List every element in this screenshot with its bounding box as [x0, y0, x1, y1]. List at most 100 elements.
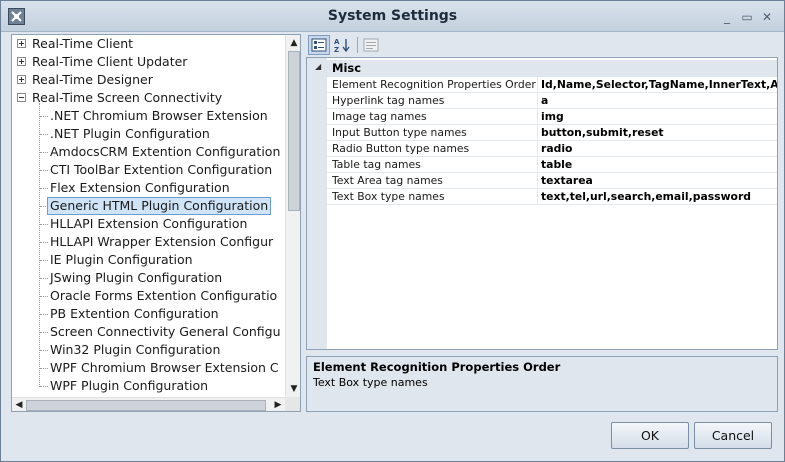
tree-leaf[interactable]: Flex Extension Configuration — [12, 179, 284, 197]
property-row[interactable]: Table tag names table — [327, 157, 777, 173]
tree-leaf-label: Oracle Forms Extention Configuratio — [50, 288, 278, 303]
tree-guide-branch — [40, 260, 48, 261]
property-row[interactable]: Text Area tag names textarea — [327, 173, 777, 189]
tree-leaf[interactable]: Win32 Plugin Configuration — [12, 341, 284, 359]
tree-guide-branch — [40, 332, 48, 333]
property-divider[interactable] — [537, 189, 538, 205]
property-divider[interactable] — [537, 109, 538, 125]
tree-leaf[interactable]: HLLAPI Extension Configuration — [12, 215, 284, 233]
property-value[interactable]: textarea — [541, 173, 777, 188]
tree-leaf[interactable]: IE Plugin Configuration — [12, 251, 284, 269]
property-divider[interactable] — [537, 93, 538, 109]
expand-box-icon[interactable] — [17, 75, 26, 84]
tree-leaf-label: Generic HTML Plugin Configuration — [47, 197, 272, 215]
tree-leaf[interactable]: JSwing Plugin Configuration — [12, 269, 284, 287]
property-name: Table tag names — [332, 158, 421, 171]
property-value[interactable]: radio — [541, 141, 777, 156]
tree-leaf-label: HLLAPI Wrapper Extension Configur — [50, 234, 274, 249]
ok-button[interactable]: OK — [611, 422, 689, 449]
close-button[interactable]: ✕ — [759, 10, 775, 24]
tree-leaf[interactable]: PB Extention Configuration — [12, 305, 284, 323]
collapse-box-icon[interactable] — [17, 93, 26, 102]
property-value[interactable]: table — [541, 157, 777, 172]
property-value[interactable]: text,tel,url,search,email,password — [541, 189, 777, 204]
property-value[interactable]: button,submit,reset — [541, 125, 777, 140]
tree-node[interactable]: Real-Time Client — [12, 35, 282, 53]
property-divider[interactable] — [537, 157, 538, 173]
tree-leaf[interactable]: AmdocsCRM Extention Configuration — [12, 143, 284, 161]
property-value[interactable]: img — [541, 109, 777, 124]
tree-leaf[interactable]: WPF Plugin Configuration — [12, 377, 284, 395]
property-row[interactable]: Input Button type names button,submit,res… — [327, 125, 777, 141]
property-divider[interactable] — [537, 141, 538, 157]
minimize-button[interactable]: _ — [719, 10, 735, 24]
tree-vertical-scrollbar[interactable]: ▲ ▼ — [285, 35, 300, 397]
tree-leaf[interactable]: .NET Chromium Browser Extension — [12, 107, 284, 125]
scroll-up-arrow-icon[interactable]: ▲ — [286, 35, 300, 51]
property-divider[interactable] — [537, 77, 538, 93]
category-label: Misc — [332, 61, 362, 75]
categorized-icon — [311, 38, 327, 52]
tree-leaf-label: HLLAPI Extension Configuration — [50, 216, 248, 231]
property-pages-button[interactable] — [360, 35, 382, 55]
description-text: Text Box type names — [313, 376, 428, 389]
tree-leaf-label: CTI ToolBar Extention Configuration — [50, 162, 273, 177]
maximize-button[interactable]: ▭ — [739, 10, 755, 24]
scroll-left-arrow-icon[interactable]: ◀ — [12, 398, 26, 411]
tree-leaf-label: PB Extention Configuration — [50, 306, 219, 321]
tree-guide-branch — [40, 116, 48, 117]
tree-guide-branch — [40, 134, 48, 135]
property-grid[interactable]: ◢ Misc Element Recognition Properties Or… — [306, 57, 778, 350]
tree-leaf-label: .NET Plugin Configuration — [50, 126, 210, 141]
property-row[interactable]: Text Box type names text,tel,url,search,e… — [327, 189, 777, 205]
description-pane: Element Recognition Properties Order Tex… — [306, 356, 778, 412]
expand-box-icon[interactable] — [17, 57, 26, 66]
property-value[interactable]: Id,Name,Selector,TagName,InnerText,Attri — [541, 77, 777, 92]
tree-leaf[interactable]: WPF Chromium Browser Extension C — [12, 359, 284, 377]
tree-leaf[interactable]: Oracle Forms Extention Configuratio — [12, 287, 284, 305]
property-divider[interactable] — [537, 125, 538, 141]
tree-leaf[interactable]: Screen Connectivity General Configu — [12, 323, 284, 341]
tree-leaf-label: Screen Connectivity General Configu — [50, 324, 281, 339]
tree-guide-branch — [40, 368, 48, 369]
tree-guide-branch — [40, 152, 48, 153]
tree-leaf-label: WPF Plugin Configuration — [50, 378, 209, 393]
tree-node[interactable]: Real-Time Client Updater — [12, 53, 282, 71]
category-row-misc[interactable]: ◢ Misc — [307, 60, 777, 77]
property-row[interactable]: Radio Button type names radio — [327, 141, 777, 157]
system-settings-window: System Settings _ ▭ ✕ Real-Time Client Re… — [0, 0, 785, 462]
tree-leaf[interactable]: Generic HTML Plugin Configuration — [12, 197, 284, 215]
property-row[interactable]: Hyperlink tag names a — [327, 93, 777, 109]
tree-leaf[interactable]: HLLAPI Wrapper Extension Configur — [12, 233, 284, 251]
tree-node[interactable]: Real-Time Screen Connectivity — [12, 89, 282, 107]
property-row[interactable]: Element Recognition Properties Order Id,N… — [327, 77, 777, 93]
expand-box-icon[interactable] — [17, 39, 26, 48]
grid-gutter — [307, 58, 327, 349]
settings-tree[interactable]: Real-Time Client Real-Time Client Updater… — [11, 34, 301, 412]
scroll-right-arrow-icon[interactable]: ▶ — [271, 398, 285, 411]
scroll-down-arrow-icon[interactable]: ▼ — [286, 381, 300, 397]
tree-horizontal-scrollbar[interactable]: ◀ ▶ — [12, 397, 285, 411]
tree-node[interactable]: Real-Time Designer — [12, 71, 282, 89]
tree-guide-branch — [40, 386, 48, 387]
tree-leaf-label: Flex Extension Configuration — [50, 180, 230, 195]
window-title: System Settings — [327, 8, 458, 24]
tree-leaf[interactable]: .NET Plugin Configuration — [12, 125, 284, 143]
tree-leaf-label: WPF Chromium Browser Extension C — [50, 360, 279, 375]
property-value[interactable]: a — [541, 93, 777, 108]
horizontal-scroll-thumb[interactable] — [26, 400, 266, 411]
cancel-button[interactable]: Cancel — [694, 422, 772, 449]
property-row[interactable]: Image tag names img — [327, 109, 777, 125]
tree-guide-branch — [40, 278, 48, 279]
property-divider[interactable] — [537, 173, 538, 189]
alphabetical-sort-button[interactable]: A Z — [331, 35, 353, 55]
vertical-scroll-thumb[interactable] — [288, 51, 300, 211]
description-title: Element Recognition Properties Order — [313, 360, 561, 374]
categorized-view-button[interactable] — [308, 35, 330, 55]
toolbar-separator — [357, 37, 358, 53]
title-bar[interactable]: System Settings _ ▭ ✕ — [1, 1, 784, 32]
tree-leaf[interactable]: CTI ToolBar Extention Configuration — [12, 161, 284, 179]
property-name: Radio Button type names — [332, 142, 470, 155]
collapse-triangle-icon[interactable]: ◢ — [315, 62, 321, 71]
tree-leaf-label: AmdocsCRM Extention Configuration — [50, 144, 281, 159]
